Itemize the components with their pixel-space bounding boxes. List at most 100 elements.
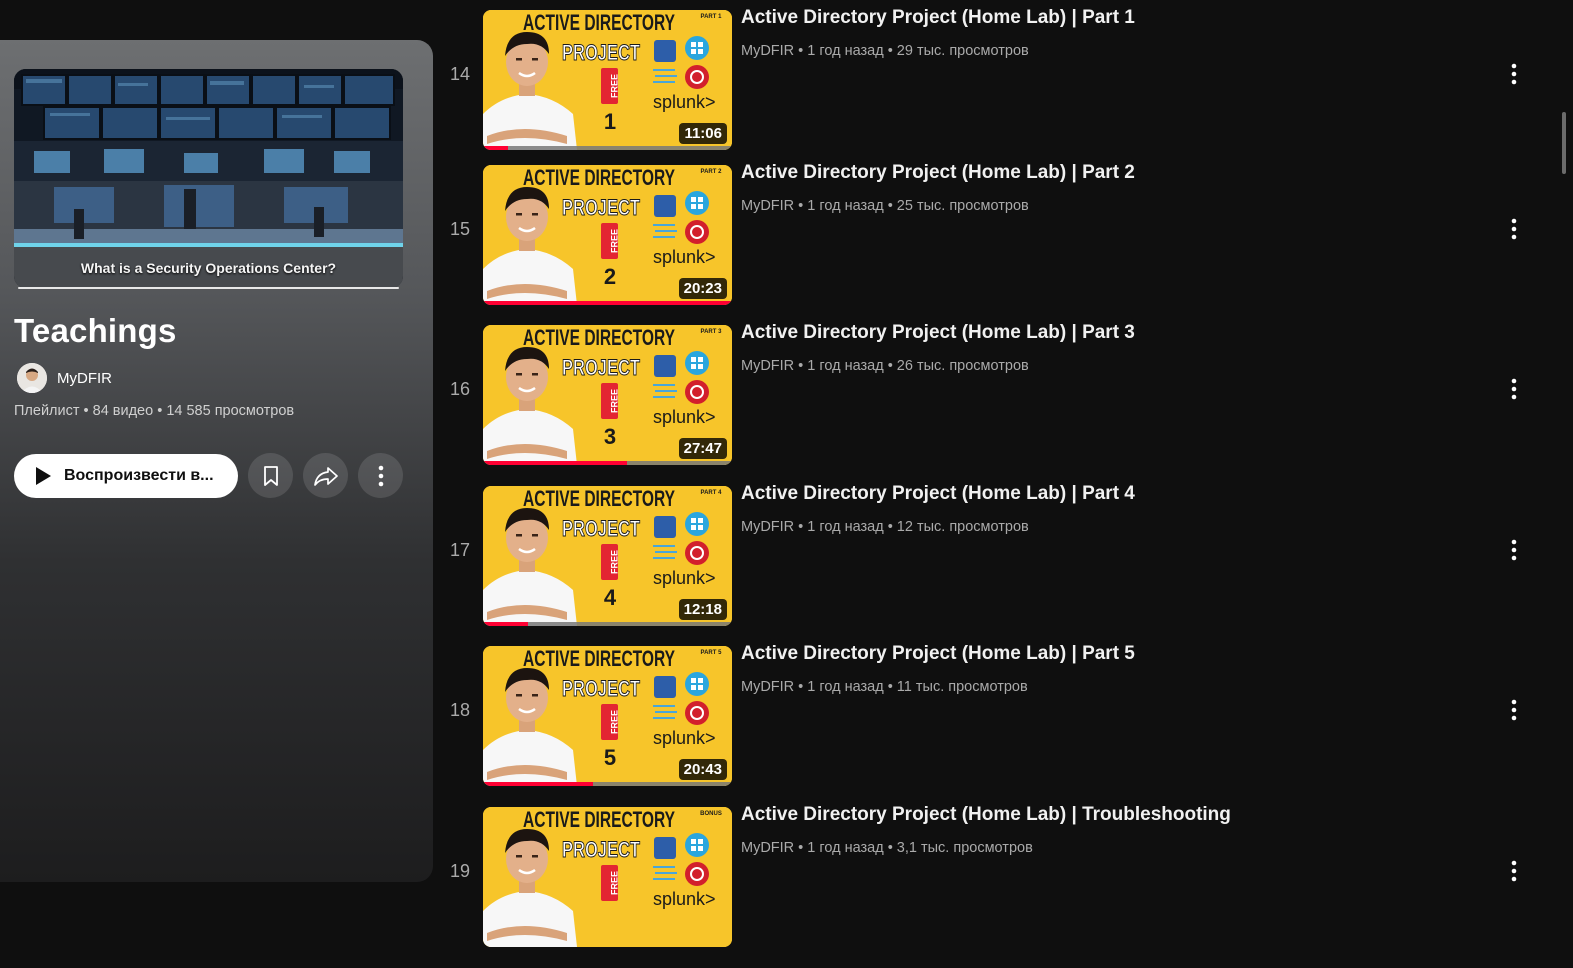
thumb-number: 4 (604, 585, 617, 610)
watch-progress-track (483, 146, 732, 150)
watch-progress-fill (483, 301, 732, 305)
video-index: 14 (449, 64, 471, 84)
owner-name[interactable]: MyDFIR (57, 370, 112, 387)
video-menu-button[interactable] (1499, 374, 1529, 404)
watch-progress-track (483, 782, 732, 786)
scrollbar-thumb[interactable] (1562, 112, 1566, 174)
watch-progress-fill (483, 461, 628, 465)
playlist-meta: Плейлист • 84 видео • 14 585 просмотров (14, 403, 295, 419)
video-duration: 12:18 (678, 599, 727, 620)
watch-progress-fill (483, 622, 528, 626)
playlist-video-list: 14 ACTIVE DIRECTORY PART 1 PROJECT FREE (433, 0, 1573, 947)
thumb-sub: PROJECT (562, 195, 640, 220)
thumb-headline: ACTIVE DIRECTORY (523, 165, 675, 190)
thumb-brand: splunk> (653, 568, 716, 588)
watch-progress-track (483, 622, 732, 626)
thumb-brand: splunk> (653, 407, 716, 427)
video-thumbnail[interactable]: ACTIVE DIRECTORY PART 4 PROJECT FREE spl… (483, 486, 732, 626)
save-playlist-button[interactable] (248, 453, 293, 498)
video-title[interactable]: Active Directory Project (Home Lab) | Pa… (741, 162, 1135, 184)
watch-progress-fill (483, 782, 593, 786)
thumb-headline: ACTIVE DIRECTORY (523, 646, 675, 671)
play-all-label: Воспроизвести в... (64, 466, 214, 484)
video-meta: MyDFIR • 1 год назад • 11 тыс. просмотро… (741, 679, 1028, 695)
watch-progress-track (483, 461, 732, 465)
watch-progress-track (483, 301, 732, 305)
playlist-panel: What is a Security Operations Center? Te… (0, 40, 433, 882)
more-vert-icon (378, 465, 383, 486)
thumb-free-tag: FREE (610, 871, 620, 895)
thumb-sub: PROJECT (562, 355, 640, 380)
share-button[interactable] (303, 453, 348, 498)
video-menu-button[interactable] (1499, 214, 1529, 244)
playlist-title: Teachings (14, 312, 177, 349)
thumb-brand: splunk> (653, 889, 716, 909)
thumb-number: 2 (604, 264, 616, 289)
thumb-sub: PROJECT (562, 516, 640, 541)
video-title[interactable]: Active Directory Project (Home Lab) | Pa… (741, 643, 1135, 665)
thumb-sub: PROJECT (562, 837, 640, 862)
more-vert-icon (1511, 699, 1517, 721)
video-menu-button[interactable] (1499, 535, 1529, 565)
playlist-owner[interactable]: MyDFIR (17, 363, 112, 393)
play-all-button[interactable]: Воспроизвести в... (14, 453, 238, 498)
video-title[interactable]: Active Directory Project (Home Lab) | Pa… (741, 7, 1135, 29)
video-thumbnail[interactable]: ACTIVE DIRECTORY PART 2 PROJECT FREE spl… (483, 165, 732, 305)
thumb-sub: PROJECT (562, 40, 640, 65)
thumb-part-badge: PART 2 (701, 169, 723, 175)
thumb-headline: ACTIVE DIRECTORY (523, 325, 675, 350)
video-title[interactable]: Active Directory Project (Home Lab) | Pa… (741, 483, 1135, 505)
more-vert-icon (1511, 539, 1517, 561)
more-vert-icon (1511, 378, 1517, 400)
video-meta: MyDFIR • 1 год назад • 25 тыс. просмотро… (741, 198, 1029, 214)
thumb-part-badge: PART 1 (701, 14, 723, 20)
play-icon (36, 466, 51, 485)
video-duration: 11:06 (679, 123, 727, 144)
video-meta: MyDFIR • 1 год назад • 3,1 тыс. просмотр… (741, 840, 1033, 856)
video-thumbnail[interactable]: ACTIVE DIRECTORY BONUS PROJECT FREE splu… (483, 807, 732, 947)
video-duration: 27:47 (678, 438, 727, 459)
video-title[interactable]: Active Directory Project (Home Lab) | Pa… (741, 322, 1135, 344)
thumb-brand: splunk> (653, 247, 716, 267)
more-actions-button[interactable] (358, 453, 403, 498)
thumb-number: 3 (604, 424, 616, 449)
video-index: 16 (449, 379, 471, 399)
share-icon (313, 466, 338, 486)
video-menu-button[interactable] (1499, 856, 1529, 886)
playlist-video-item-18[interactable]: 18 ACTIVE DIRECTORY PART 5 PROJECT FREE (433, 643, 1573, 807)
more-vert-icon (1511, 63, 1517, 85)
video-duration: 20:23 (678, 278, 727, 299)
playlist-video-item-15[interactable]: 15 ACTIVE DIRECTORY PART 2 PROJECT FREE (433, 162, 1573, 326)
video-menu-button[interactable] (1499, 59, 1529, 89)
playlist-video-item-16[interactable]: 16 ACTIVE DIRECTORY PART 3 PROJECT FREE (433, 322, 1573, 486)
playlist-video-item-19[interactable]: 19 ACTIVE DIRECTORY BONUS PROJECT FREE s… (433, 804, 1573, 968)
thumb-part-badge: BONUS (700, 811, 722, 817)
more-vert-icon (1511, 860, 1517, 882)
playlist-video-item-14[interactable]: 14 ACTIVE DIRECTORY PART 1 PROJECT FREE (433, 7, 1573, 171)
avatar[interactable] (17, 363, 47, 393)
thumbnail-art: ACTIVE DIRECTORY BONUS PROJECT FREE splu… (483, 807, 732, 947)
cover-underline (18, 287, 399, 289)
video-thumbnail[interactable]: ACTIVE DIRECTORY PART 3 PROJECT FREE spl… (483, 325, 732, 465)
playlist-cover[interactable]: What is a Security Operations Center? (14, 69, 403, 288)
thumb-free-tag: FREE (610, 74, 620, 98)
video-title[interactable]: Active Directory Project (Home Lab) | Tr… (741, 804, 1231, 826)
more-vert-icon (1511, 218, 1517, 240)
thumb-free-tag: FREE (610, 389, 620, 413)
video-thumbnail[interactable]: ACTIVE DIRECTORY PART 1 PROJECT FREE spl… (483, 10, 732, 150)
thumb-headline: ACTIVE DIRECTORY (523, 486, 675, 511)
thumb-headline: ACTIVE DIRECTORY (523, 10, 675, 35)
thumb-brand: splunk> (653, 92, 716, 112)
video-duration: 20:43 (678, 759, 727, 780)
playlist-video-item-17[interactable]: 17 ACTIVE DIRECTORY PART 4 PROJECT FREE (433, 483, 1573, 647)
video-index: 19 (449, 861, 471, 881)
video-index: 18 (449, 700, 471, 720)
video-menu-button[interactable] (1499, 695, 1529, 725)
video-index: 15 (449, 219, 471, 239)
thumb-part-badge: PART 3 (701, 329, 723, 335)
video-thumbnail[interactable]: ACTIVE DIRECTORY PART 5 PROJECT FREE spl… (483, 646, 732, 786)
bookmark-icon (263, 465, 278, 486)
soc-room-image (14, 69, 403, 247)
cover-caption: What is a Security Operations Center? (14, 247, 403, 288)
thumb-sub: PROJECT (562, 676, 640, 701)
